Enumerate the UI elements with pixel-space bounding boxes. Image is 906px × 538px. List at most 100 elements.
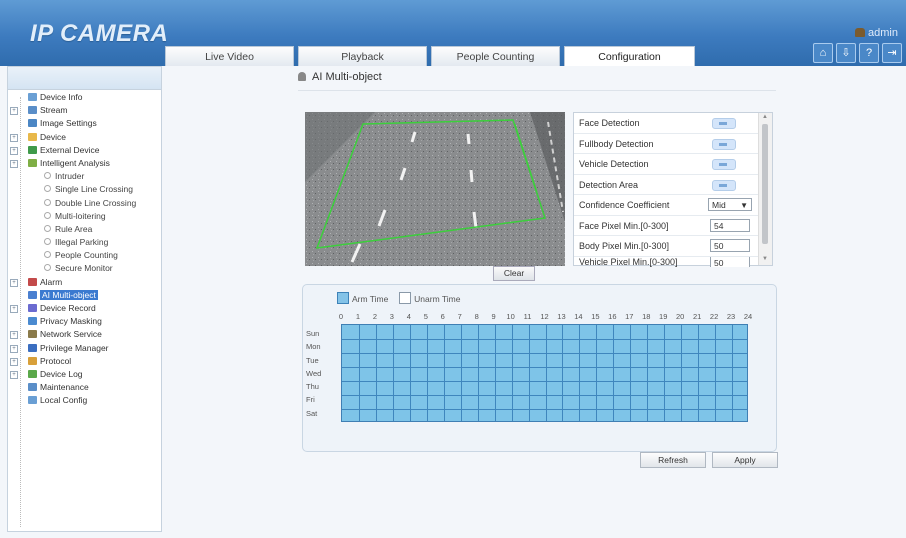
- schedule-legend: Arm Time Unarm Time: [337, 292, 468, 305]
- folder-icon: [28, 132, 37, 141]
- help-icon[interactable]: ?: [859, 43, 879, 63]
- sidebar-item-local-config[interactable]: Local Config: [8, 394, 161, 407]
- refresh-button[interactable]: Refresh: [640, 452, 706, 468]
- sidebar-item-external-device[interactable]: + External Device: [8, 144, 161, 157]
- logout-icon[interactable]: ⇥: [882, 43, 902, 63]
- sidebar-item-device-info[interactable]: Device Info: [8, 91, 161, 104]
- sidebar-item-label: Single Line Crossing: [55, 184, 133, 195]
- detection-area-toggle[interactable]: [712, 179, 736, 191]
- sidebar-item-people-counting[interactable]: People Counting: [8, 249, 161, 262]
- maintenance-icon: [28, 383, 37, 392]
- expand-icon[interactable]: +: [10, 107, 18, 116]
- body-pixel-label: Body Pixel Min.[0-300]: [579, 241, 670, 251]
- sidebar-item-label: Device: [40, 131, 66, 142]
- live-preview[interactable]: [305, 112, 565, 266]
- hour-label: 21: [692, 312, 702, 321]
- sidebar-item-label: Privilege Manager: [40, 342, 109, 353]
- analysis-icon: [28, 158, 37, 167]
- face-detection-toggle[interactable]: [712, 118, 736, 129]
- home-icon[interactable]: ⌂: [813, 43, 833, 63]
- hour-label: 12: [540, 312, 549, 321]
- sidebar-item-secure-monitor[interactable]: Secure Monitor: [8, 262, 161, 275]
- expand-icon[interactable]: +: [10, 344, 18, 353]
- hour-label: 10: [506, 312, 515, 321]
- sidebar-item-label: Local Config: [40, 395, 88, 406]
- sidebar-item-image-settings[interactable]: Image Settings: [8, 117, 161, 130]
- hour-label: 18: [642, 312, 651, 321]
- sidebar-item-protocol[interactable]: + Protocol: [8, 355, 161, 368]
- arm-time-option[interactable]: Arm Time: [337, 292, 388, 304]
- scrollbar-thumb[interactable]: [762, 124, 768, 244]
- expand-icon[interactable]: +: [10, 331, 18, 340]
- sidebar-item-illegal-parking[interactable]: Illegal Parking: [8, 236, 161, 249]
- sidebar-item-label: Intruder: [55, 171, 85, 182]
- schedule-grid[interactable]: [341, 324, 748, 422]
- external-device-icon: [28, 145, 37, 154]
- sidebar-item-label: Intelligent Analysis: [40, 157, 110, 168]
- sidebar-item-device-record[interactable]: + Device Record: [8, 302, 161, 315]
- bullet-icon: [44, 211, 51, 219]
- sidebar-item-label: Secure Monitor: [55, 263, 113, 274]
- expand-icon[interactable]: +: [10, 357, 18, 366]
- hour-label: 13: [557, 312, 566, 321]
- unarm-time-label: Unarm Time: [414, 294, 461, 304]
- sidebar-item-label: Device Info: [40, 92, 83, 102]
- user-account[interactable]: admin: [855, 27, 898, 39]
- config-tree: Device Info + Stream Image Settings + Device +…: [8, 91, 161, 408]
- bullet-icon: [44, 172, 51, 180]
- fullbody-detection-toggle[interactable]: [712, 138, 736, 150]
- sidebar-item-stream[interactable]: + Stream: [8, 104, 161, 117]
- tab-people-counting[interactable]: People Counting: [431, 46, 560, 66]
- grid-day-line: [342, 395, 747, 396]
- face-pixel-input[interactable]: 54: [710, 218, 750, 232]
- grid-day-line: [342, 353, 747, 354]
- confidence-select[interactable]: Mid ▼: [708, 198, 752, 211]
- sidebar-item-maintenance[interactable]: Maintenance: [8, 381, 161, 394]
- scroll-down-icon[interactable]: ▼: [762, 256, 768, 262]
- sidebar-item-multi-loitering[interactable]: Multi-loitering: [8, 210, 161, 223]
- sidebar-item-rule-area[interactable]: Rule Area: [8, 223, 161, 236]
- settings-scrollbar[interactable]: ▲ ▼: [758, 113, 772, 265]
- sidebar-item-device[interactable]: + Device: [8, 131, 161, 144]
- clear-button[interactable]: Clear: [493, 266, 535, 281]
- scroll-up-icon[interactable]: ▲: [762, 114, 768, 120]
- chevron-down-icon: ▼: [740, 201, 748, 210]
- tab-playback[interactable]: Playback: [298, 46, 427, 66]
- sidebar-item-alarm[interactable]: + Alarm: [8, 276, 161, 289]
- sidebar-item-label: Image Settings: [40, 118, 97, 129]
- expand-icon[interactable]: +: [10, 146, 18, 155]
- sidebar-item-privacy-masking[interactable]: Privacy Masking: [8, 315, 161, 328]
- sidebar-header: [8, 67, 161, 90]
- body-pixel-input[interactable]: 50: [710, 239, 750, 252]
- expand-icon[interactable]: +: [10, 305, 18, 313]
- sidebar-item-intelligent-analysis[interactable]: + Intelligent Analysis: [8, 157, 161, 170]
- expand-icon[interactable]: +: [10, 133, 18, 142]
- grid-day-line: [342, 381, 747, 382]
- expand-icon[interactable]: +: [10, 159, 18, 168]
- vehicle-pixel-input[interactable]: 50: [710, 256, 750, 267]
- sidebar-item-intruder[interactable]: Intruder: [8, 170, 161, 183]
- sidebar-item-device-log[interactable]: + Device Log: [8, 368, 161, 381]
- unarm-time-option[interactable]: Unarm Time: [399, 292, 460, 304]
- tab-live-video[interactable]: Live Video: [165, 46, 294, 66]
- sidebar-item-single-line-crossing[interactable]: Single Line Crossing: [8, 183, 161, 196]
- apply-button[interactable]: Apply: [712, 452, 778, 468]
- hour-label: 7: [457, 312, 462, 321]
- sidebar-item-privilege-manager[interactable]: + Privilege Manager: [8, 342, 161, 355]
- hour-label: 0: [338, 312, 344, 321]
- tab-configuration[interactable]: Configuration: [564, 46, 695, 66]
- day-labels: Sun Mon Tue Wed Thu Fri Sat: [306, 327, 321, 420]
- sidebar-item-network-service[interactable]: + Network Service: [8, 328, 161, 341]
- hour-label: 24: [743, 312, 753, 321]
- protocol-icon: [28, 356, 37, 365]
- sidebar-item-label: Double Line Crossing: [55, 197, 137, 208]
- download-icon[interactable]: ⇩: [836, 43, 856, 63]
- vehicle-detection-toggle[interactable]: [712, 159, 736, 170]
- sidebar-item-ai-multi-object[interactable]: AI Multi-object: [8, 289, 161, 302]
- face-pixel-row: Face Pixel Min.[0-300] 54: [574, 216, 760, 236]
- sidebar-item-double-line-crossing[interactable]: Double Line Crossing: [8, 197, 161, 210]
- expand-icon[interactable]: +: [10, 370, 18, 379]
- expand-icon[interactable]: +: [10, 278, 18, 287]
- grid-day-line: [342, 409, 747, 410]
- record-icon: [28, 304, 37, 312]
